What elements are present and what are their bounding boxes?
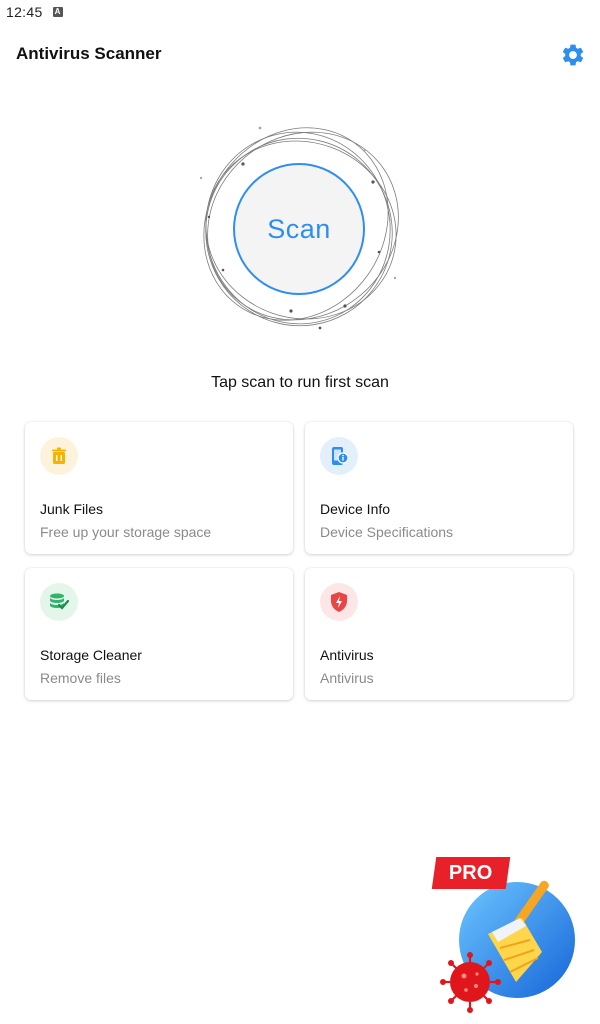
status-bar: 12:45 A bbox=[0, 0, 600, 24]
pro-label: PRO bbox=[431, 857, 511, 889]
card-device-info[interactable]: Device Info Device Specifications bbox=[305, 422, 573, 554]
scan-button-label: Scan bbox=[267, 213, 331, 244]
gear-icon[interactable] bbox=[560, 42, 586, 68]
card-storage-cleaner[interactable]: Storage Cleaner Remove files bbox=[25, 568, 293, 700]
trash-icon bbox=[40, 437, 78, 475]
card-antivirus-subtitle: Antivirus bbox=[320, 670, 374, 686]
card-device-info-title: Device Info bbox=[320, 501, 391, 517]
card-junk-files[interactable]: Junk Files Free up your storage space bbox=[25, 422, 293, 554]
card-antivirus-title: Antivirus bbox=[320, 647, 374, 663]
card-storage-cleaner-title: Storage Cleaner bbox=[40, 647, 142, 663]
notification-icon: A bbox=[52, 7, 63, 17]
pro-label-text: PRO bbox=[449, 861, 493, 884]
status-time: 12:45 bbox=[6, 4, 43, 20]
pro-promo-button[interactable]: PRO bbox=[430, 852, 580, 1017]
card-junk-files-subtitle: Free up your storage space bbox=[40, 524, 212, 540]
shield-bolt-icon bbox=[320, 583, 358, 621]
card-device-info-subtitle: Device Specifications bbox=[320, 524, 454, 540]
phone-info-icon bbox=[320, 437, 358, 475]
card-junk-files-title: Junk Files bbox=[40, 501, 104, 517]
database-check-icon bbox=[40, 583, 78, 621]
card-antivirus[interactable]: Antivirus Antivirus bbox=[305, 568, 573, 700]
app-title: Antivirus Scanner bbox=[16, 44, 162, 63]
scan-hint-text: Tap scan to run first scan bbox=[211, 374, 389, 391]
app-bar: Antivirus Scanner bbox=[0, 32, 600, 76]
scan-visual: Scan bbox=[195, 120, 405, 335]
card-storage-cleaner-subtitle: Remove files bbox=[40, 670, 121, 686]
scan-button[interactable]: Scan bbox=[233, 163, 365, 295]
